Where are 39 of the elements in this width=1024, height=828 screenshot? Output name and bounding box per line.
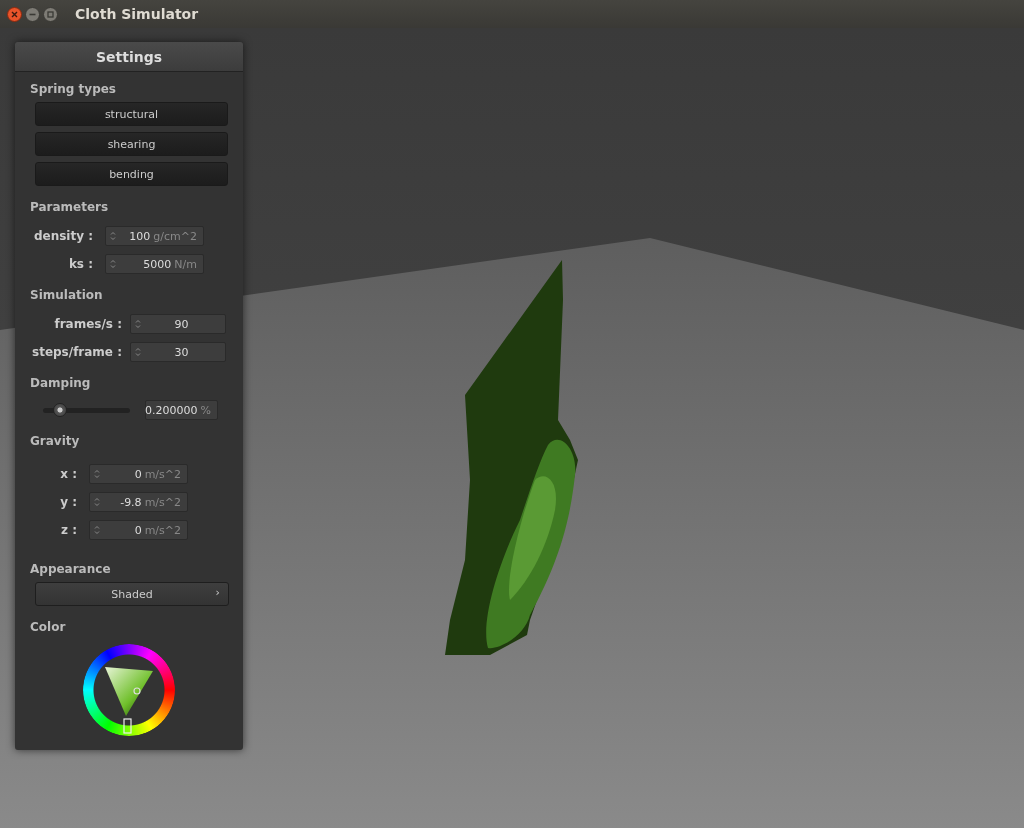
spinner-icon[interactable]: [110, 231, 116, 241]
field-label: x :: [60, 467, 77, 481]
section-heading: Appearance: [30, 562, 112, 576]
field-label: ks :: [68, 257, 93, 271]
number-field[interactable]: 5000 N/m: [105, 254, 204, 274]
field-label: frames/s :: [54, 317, 122, 331]
minimize-icon[interactable]: [25, 6, 40, 22]
section-heading: Gravity: [30, 434, 81, 448]
field-label: steps/frame :: [32, 345, 122, 359]
section-heading: Color: [30, 620, 67, 634]
section-heading: Simulation: [30, 288, 104, 302]
number-field[interactable]: -9.8 m/s^2: [89, 492, 188, 512]
close-icon[interactable]: [7, 6, 22, 22]
field-label: y :: [60, 495, 77, 509]
spinner-icon[interactable]: [135, 319, 141, 329]
section-heading: Parameters: [30, 200, 110, 214]
appearance-dropdown[interactable]: Shaded ›: [35, 582, 229, 606]
spring-type-button[interactable]: shearing: [35, 132, 228, 156]
spring-type-button[interactable]: bending: [35, 162, 228, 186]
spinner-icon[interactable]: [135, 347, 141, 357]
section-heading: Damping: [30, 376, 92, 390]
number-field[interactable]: 0 m/s^2: [89, 464, 188, 484]
maximize-icon[interactable]: [43, 6, 58, 22]
panel-title: Settings: [15, 42, 243, 72]
spring-type-button[interactable]: structural: [35, 102, 228, 126]
window-title: Cloth Simulator: [75, 6, 199, 22]
number-field[interactable]: 0.200000 %: [145, 400, 218, 420]
spinner-icon[interactable]: [110, 259, 116, 269]
spinner-icon[interactable]: [94, 497, 100, 507]
field-label: density :: [33, 229, 93, 243]
slider-thumb[interactable]: [53, 402, 68, 417]
number-field[interactable]: 0 m/s^2: [89, 520, 188, 540]
spinner-icon[interactable]: [94, 469, 100, 479]
field-label: z :: [61, 523, 77, 537]
section-heading: Spring types: [30, 82, 117, 96]
number-field[interactable]: 100 g/cm^2: [105, 226, 204, 246]
spinner-icon[interactable]: [94, 525, 100, 535]
number-field[interactable]: 30: [130, 342, 226, 362]
number-field[interactable]: 90: [130, 314, 226, 334]
